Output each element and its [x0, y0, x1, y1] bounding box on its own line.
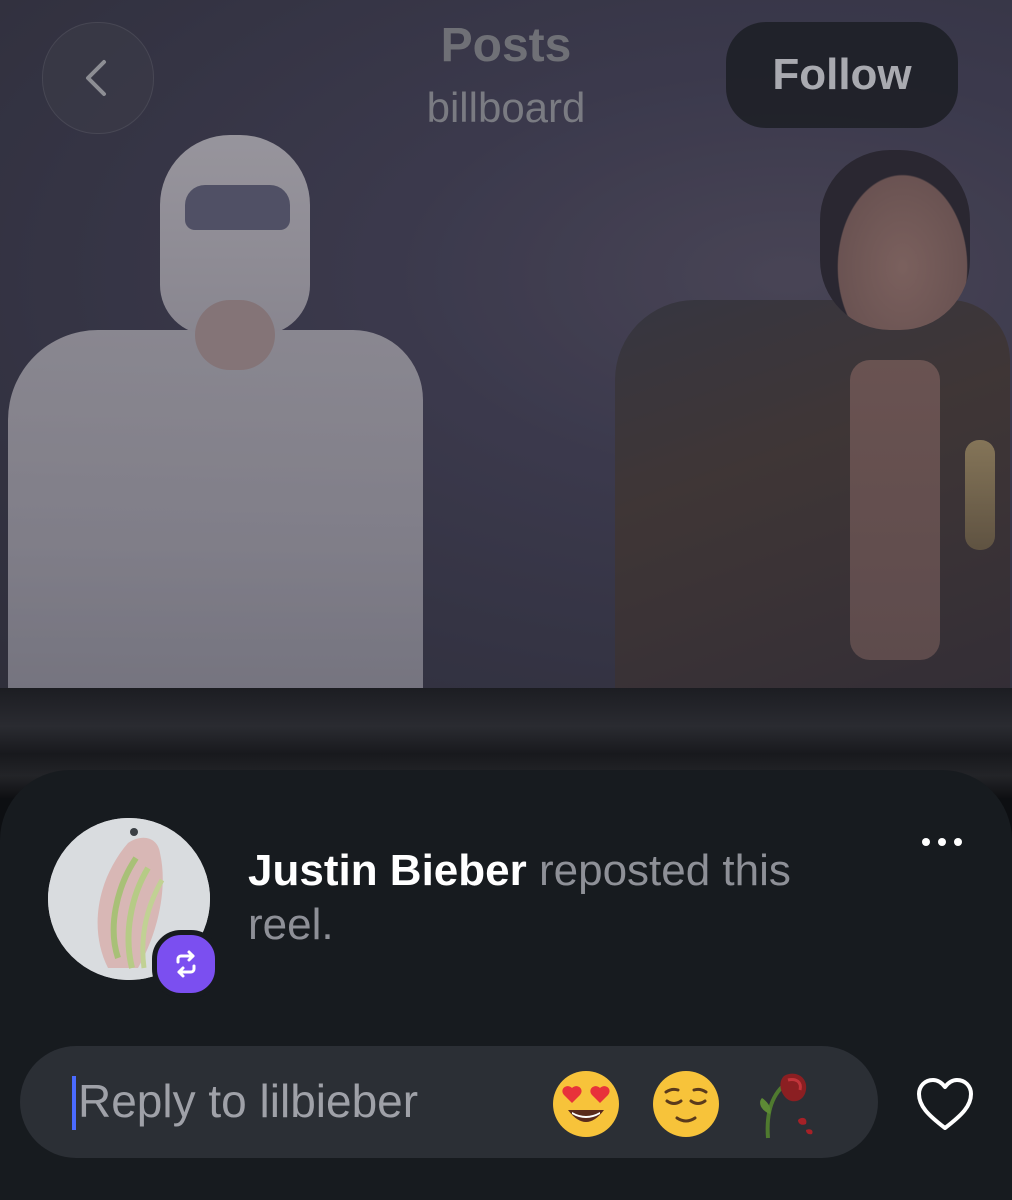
- repost-message: Justin Bieber reposted this reel.: [248, 844, 868, 952]
- like-button[interactable]: [914, 1074, 976, 1136]
- wilted-rose-icon: [760, 1073, 813, 1139]
- repost-sheet: Justin Bieber reposted this reel. Reply …: [0, 770, 1012, 1200]
- follow-button[interactable]: Follow: [726, 22, 958, 128]
- heart-outline-icon: [917, 1078, 973, 1130]
- more-dot-icon: [922, 838, 930, 846]
- relieved-face-icon: [653, 1071, 719, 1137]
- relieved-face-emoji[interactable]: [650, 1068, 722, 1140]
- more-dot-icon: [954, 838, 962, 846]
- reel-screen: Posts billboard Follow Justin Bieber rep…: [0, 0, 1012, 1200]
- text-caret: [72, 1076, 76, 1130]
- repost-icon: [176, 950, 196, 978]
- repost-user-name[interactable]: Justin Bieber: [248, 846, 527, 895]
- heart-eyes-icon: [553, 1071, 619, 1137]
- heart-eyes-emoji[interactable]: [550, 1068, 622, 1140]
- reply-placeholder: Reply to lilbieber: [78, 1075, 419, 1127]
- wilted-rose-emoji[interactable]: [748, 1068, 820, 1140]
- more-options-button[interactable]: [912, 822, 972, 862]
- reply-input[interactable]: Reply to lilbieber: [20, 1046, 878, 1158]
- repost-badge: [152, 930, 220, 998]
- more-dot-icon: [938, 838, 946, 846]
